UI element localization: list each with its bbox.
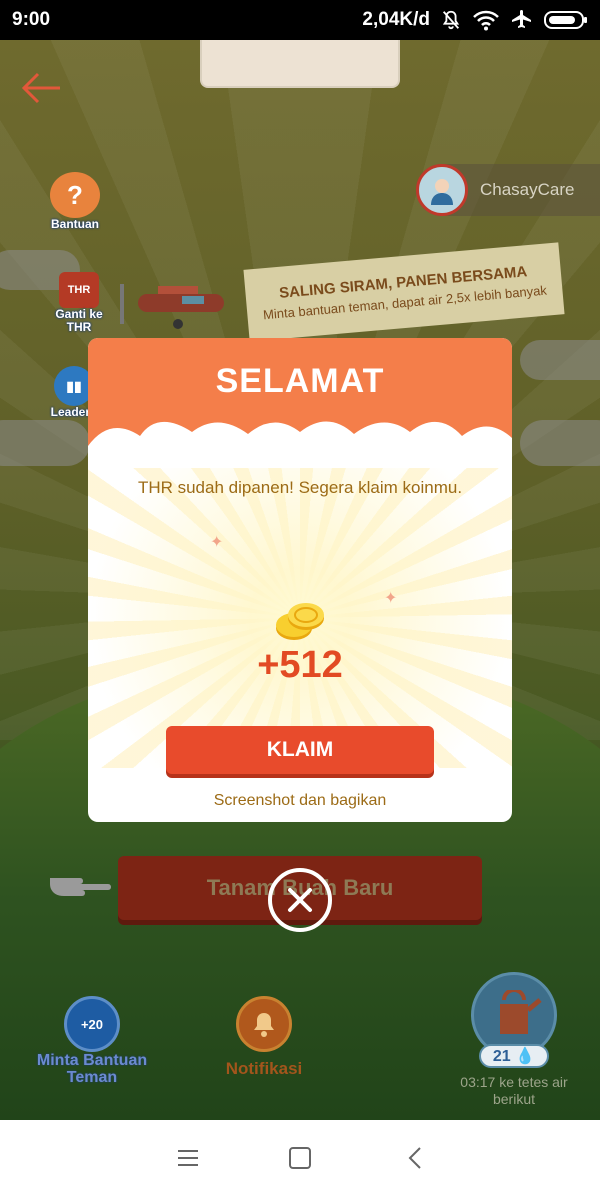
- cloud: [0, 420, 90, 466]
- watering-can-button[interactable]: 21 💧 03:17 ke tetes air berikut: [446, 972, 582, 1108]
- ask-help-badge: +20: [80, 1016, 104, 1032]
- notification-button[interactable]: Notifikasi: [214, 996, 314, 1077]
- pointing-hand-icon: [48, 860, 112, 909]
- help-label: Bantuan: [51, 217, 99, 231]
- avatar-person-icon: [431, 179, 453, 205]
- gold-coins-icon: [272, 600, 328, 647]
- ask-friends-label: Minta Bantuan Teman: [36, 1052, 148, 1086]
- help-menu-button[interactable]: ? Bantuan: [50, 172, 100, 231]
- sparkle-icon: ✦: [210, 534, 224, 551]
- top-card: [200, 40, 400, 88]
- airplane-icon: [118, 280, 232, 337]
- ask-friends-button[interactable]: +20 Minta Bantuan Teman: [24, 996, 160, 1086]
- home-button[interactable]: [288, 1146, 312, 1175]
- wifi-icon: [472, 9, 500, 31]
- claim-button[interactable]: KLAIM: [166, 726, 434, 774]
- cloud: [520, 420, 600, 466]
- back-arrow-icon: [21, 72, 60, 104]
- share-screenshot-link[interactable]: Screenshot dan bagikan: [88, 792, 512, 810]
- cloud-scallop: [88, 421, 512, 468]
- thr-label: Ganti ke THR: [55, 307, 103, 334]
- airplane-mode-icon: [510, 8, 534, 32]
- water-count: 21: [492, 1048, 511, 1065]
- bell-icon: [236, 996, 292, 1052]
- dialog-title: SELAMAT: [215, 362, 385, 400]
- notifications-off-icon: [440, 9, 462, 31]
- menu-button[interactable]: [176, 1146, 200, 1175]
- status-time: 9:00: [12, 9, 51, 30]
- cloud: [520, 340, 600, 380]
- sparkle-icon: ✦: [384, 590, 398, 607]
- network-speed: 2,04K/d: [362, 9, 430, 30]
- thr-badge-icon: THR: [59, 272, 99, 308]
- dialog-message: THR sudah dipanen! Segera klaim koinmu.: [137, 478, 463, 497]
- notification-label: Notifikasi: [225, 1059, 303, 1078]
- thr-badge-text: THR: [67, 284, 91, 296]
- battery-icon: [544, 10, 588, 30]
- back-nav-button[interactable]: [404, 1146, 428, 1175]
- close-dialog-button[interactable]: [268, 868, 332, 932]
- profile-name: ChasayCare: [480, 180, 575, 199]
- thr-menu-button[interactable]: THR Ganti ke THR: [50, 272, 108, 334]
- friend-profile[interactable]: ChasayCare: [416, 164, 600, 216]
- water-drop-icon: +20: [64, 996, 120, 1052]
- close-icon: [288, 888, 312, 912]
- back-button[interactable]: [20, 70, 62, 106]
- water-timer: 03:17 ke tetes air berikut: [460, 1074, 568, 1107]
- help-icon: ?: [50, 172, 100, 218]
- reward-dialog: SELAMAT THR sudah dipanen! Segera klaim …: [88, 338, 512, 822]
- home-square-icon: [289, 1147, 311, 1169]
- reward-amount: +512: [257, 644, 343, 686]
- avatar: [416, 164, 468, 216]
- status-bar: 9:00 2,04K/d: [0, 0, 600, 40]
- menu-icon: [178, 1150, 198, 1166]
- system-navigation-bar: [0, 1120, 600, 1200]
- back-chevron-icon: [408, 1147, 421, 1169]
- water-count-badge: 21 💧: [478, 1044, 550, 1068]
